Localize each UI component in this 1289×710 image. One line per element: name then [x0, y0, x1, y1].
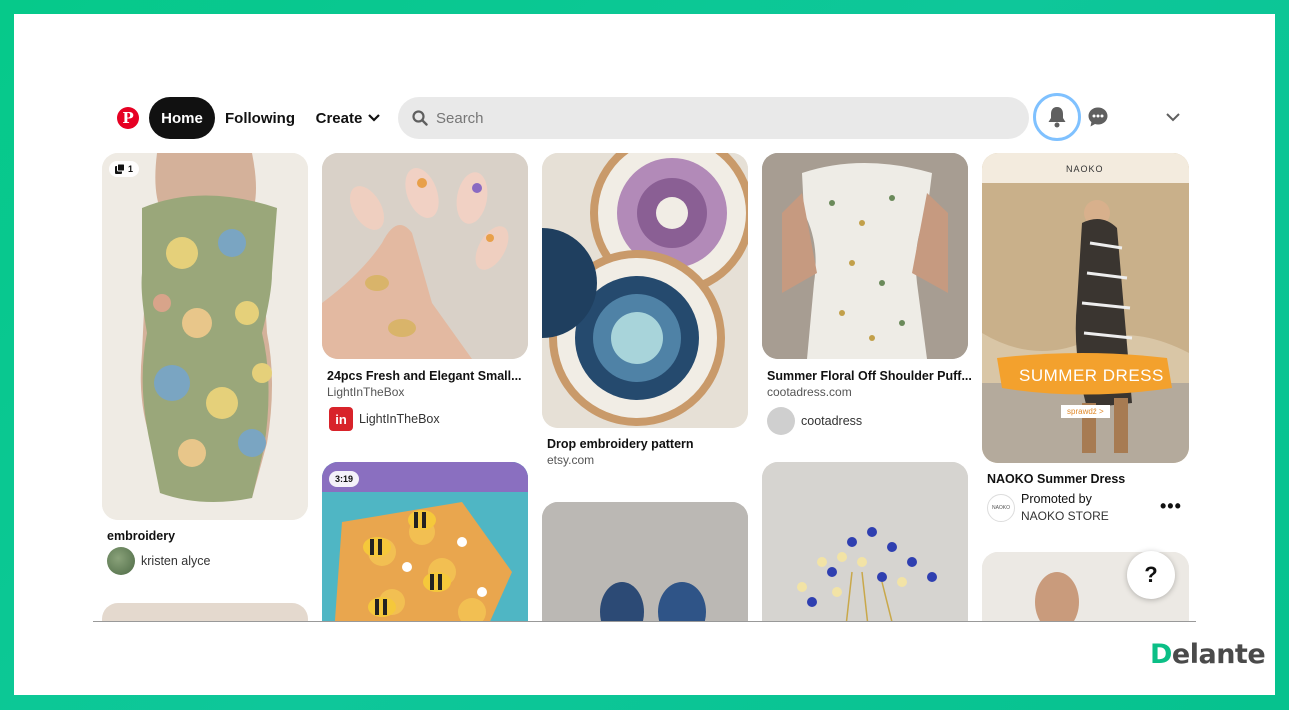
watermark-rest: elante — [1171, 639, 1266, 670]
pin-title[interactable]: embroidery — [107, 529, 175, 543]
avatar — [107, 547, 135, 575]
pin-image-embroidered-dress[interactable] — [102, 153, 308, 520]
promoted-label: Promoted by — [1021, 492, 1092, 506]
pin-source[interactable]: etsy.com — [547, 453, 594, 467]
pin-user-name: LightInTheBox — [359, 412, 440, 426]
viewport-bottom-line — [93, 621, 1196, 622]
watermark-prefix: D — [1150, 639, 1172, 670]
ad-headline-text: SUMMER DRESS — [1019, 366, 1164, 385]
pin-title[interactable]: Summer Floral Off Shoulder Puff... — [767, 369, 972, 383]
board-stack-icon — [115, 164, 125, 174]
pin-image-dark-nails[interactable] — [542, 502, 748, 621]
help-label: ? — [1144, 562, 1158, 587]
lightinthebox-logo-icon: in — [329, 407, 353, 431]
screenshot-frame: P Home Following Create Search 1 embroid… — [14, 14, 1275, 695]
pin-user[interactable]: in LightInTheBox — [329, 407, 440, 431]
pin-user-name: kristen alyce — [141, 554, 211, 568]
video-duration: 3:19 — [335, 474, 354, 484]
pin-title[interactable]: NAOKO Summer Dress — [987, 472, 1125, 486]
pin-source[interactable]: cootadress.com — [767, 385, 852, 399]
ad-cta-button[interactable]: sprawdź > — [1061, 405, 1110, 418]
avatar — [767, 407, 795, 435]
pin-image-nails[interactable] — [322, 153, 528, 359]
pin-user-name: cootadress — [801, 414, 863, 428]
pin-user-name: NAOKO STORE — [1021, 509, 1109, 523]
pin-title[interactable]: Drop embroidery pattern — [547, 437, 694, 451]
pin-image-embroidery-hoops[interactable] — [542, 153, 748, 428]
board-count-badge: 1 — [109, 161, 140, 177]
pin-image[interactable] — [102, 603, 308, 621]
pin-source[interactable]: LightInTheBox — [327, 385, 404, 399]
pin-feed: 1 embroidery kristen alyce 24pcs Fresh a… — [14, 14, 1275, 621]
delante-watermark: Delante — [1150, 639, 1266, 670]
more-options-icon[interactable]: ••• — [1160, 496, 1182, 517]
pin-title[interactable]: 24pcs Fresh and Elegant Small... — [327, 369, 522, 383]
naoko-store-avatar: NAOKO — [987, 493, 1015, 522]
board-count: 1 — [128, 164, 134, 174]
pin-user[interactable]: cootadress — [767, 407, 862, 435]
pin-user[interactable]: kristen alyce — [107, 547, 210, 575]
pin-image-flower-hairpin[interactable] — [762, 462, 968, 621]
ad-brand-text: NAOKO — [1066, 164, 1104, 174]
video-duration-badge: 3:19 — [329, 471, 360, 487]
pin-image-floral-dress[interactable] — [762, 153, 968, 359]
promoted-by[interactable]: NAOKO Promoted by NAOKO STORE — [987, 492, 1109, 523]
help-button[interactable]: ? — [1127, 551, 1175, 599]
